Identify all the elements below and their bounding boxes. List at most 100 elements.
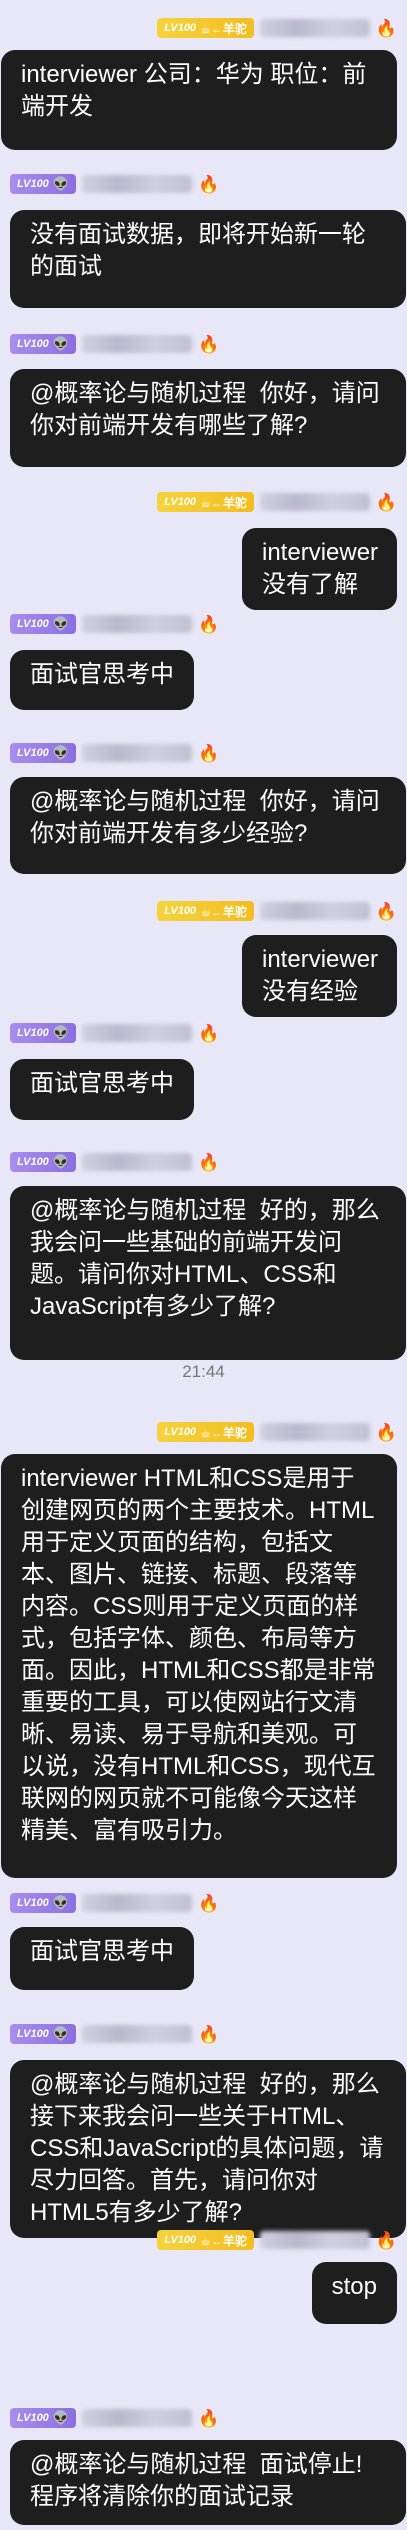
message-header: LV100 ☕←羊驼 🔥 [157, 2228, 397, 2252]
sender-name[interactable] [259, 493, 370, 511]
message-bubble[interactable]: 没有面试数据，即将开始新一轮的面试 [10, 210, 406, 308]
sender-name[interactable] [82, 335, 192, 353]
title-tag: ☕←羊驼 [200, 21, 247, 36]
level-badge: LV100 ☕←羊驼 [157, 2230, 254, 2250]
level-badge: LV100 ☕←羊驼 [157, 492, 254, 512]
sender-name[interactable] [82, 744, 192, 762]
message-bubble[interactable]: @概率论与随机过程 好的，那么接下来我会问一些关于HTML、CSS和JavaSc… [10, 2060, 406, 2238]
sender-name[interactable] [259, 902, 370, 920]
level-badge: LV100 ☕←羊驼 [157, 18, 254, 38]
sender-name[interactable] [82, 2025, 192, 2043]
level-badge: LV100 👽 [10, 174, 76, 194]
message-header: LV100 👽 🔥 [10, 1891, 219, 1915]
level-badge: LV100 👽 [10, 1152, 76, 1172]
level-badge: LV100 👽 [10, 2408, 76, 2428]
level-label: LV100 [17, 2412, 49, 2424]
level-badge: LV100 👽 [10, 1023, 76, 1043]
level-badge: LV100 ☕←羊驼 [157, 1422, 254, 1442]
fire-icon: 🔥 [198, 614, 220, 634]
message-header: LV100 ☕←羊驼 🔥 [157, 16, 397, 40]
level-label: LV100 [164, 905, 197, 917]
alien-icon: 👽 [52, 1025, 69, 1040]
level-label: LV100 [164, 2234, 197, 2246]
alien-icon: 👽 [52, 176, 69, 191]
message-bubble[interactable]: interviewer 公司：华为 职位：前端开发 [1, 50, 397, 150]
message-bubble[interactable]: interviewer 没有经验 [242, 935, 397, 1017]
level-label: LV100 [164, 1426, 197, 1438]
message-bubble[interactable]: 面试官思考中 [10, 650, 194, 710]
message-bubble[interactable]: @概率论与随机过程 你好，请问你对前端开发有多少经验? [10, 777, 406, 874]
message-header: LV100 👽 🔥 [10, 741, 219, 765]
level-badge: LV100 👽 [10, 334, 76, 354]
level-label: LV100 [17, 618, 49, 630]
sender-name[interactable] [82, 1024, 192, 1042]
fire-icon: 🔥 [198, 1152, 220, 1172]
fire-icon: 🔥 [375, 901, 397, 921]
level-badge: LV100 ☕←羊驼 [157, 901, 254, 921]
level-label: LV100 [17, 1027, 49, 1039]
level-label: LV100 [17, 2028, 49, 2040]
message-bubble[interactable]: 面试官思考中 [10, 1927, 194, 1990]
title-tag: ☕←羊驼 [200, 495, 247, 510]
sender-name[interactable] [82, 2409, 192, 2427]
message-bubble[interactable]: @概率论与随机过程 好的，那么我会问一些基础的前端开发问题。请问你对HTML、C… [10, 1186, 406, 1360]
level-label: LV100 [17, 747, 49, 759]
level-badge: LV100 👽 [10, 614, 76, 634]
message-header: LV100 👽 🔥 [10, 172, 219, 196]
alien-icon: 👽 [52, 2410, 69, 2425]
message-header: LV100 ☕←羊驼 🔥 [157, 490, 397, 514]
message-header: LV100 ☕←羊驼 🔥 [157, 1420, 397, 1444]
message-bubble[interactable]: interviewer HTML和CSS是用于创建网页的两个主要技术。HTML用… [1, 1454, 397, 1878]
alien-icon: 👽 [52, 1154, 69, 1169]
sender-name[interactable] [82, 1153, 192, 1171]
fire-icon: 🔥 [375, 1422, 397, 1442]
level-label: LV100 [17, 338, 49, 350]
message-header: LV100 👽 🔥 [10, 2406, 219, 2430]
title-tag: ☕←羊驼 [200, 904, 247, 919]
fire-icon: 🔥 [198, 174, 220, 194]
level-badge: LV100 👽 [10, 2024, 76, 2044]
level-label: LV100 [17, 178, 49, 190]
title-tag: ☕←羊驼 [200, 1425, 247, 1440]
fire-icon: 🔥 [375, 2230, 397, 2250]
sender-name[interactable] [82, 1894, 192, 1912]
message-bubble[interactable]: @概率论与随机过程 面试停止! 程序将清除你的面试记录 [10, 2440, 406, 2525]
fire-icon: 🔥 [198, 2024, 220, 2044]
message-bubble[interactable]: @概率论与随机过程 你好，请问你对前端开发有哪些了解? [10, 369, 406, 467]
message-header: LV100 ☕←羊驼 🔥 [157, 899, 397, 923]
level-badge: LV100 👽 [10, 743, 76, 763]
fire-icon: 🔥 [375, 18, 397, 38]
alien-icon: 👽 [52, 336, 69, 351]
level-badge: LV100 👽 [10, 1893, 76, 1913]
fire-icon: 🔥 [375, 492, 397, 512]
alien-icon: 👽 [52, 745, 69, 760]
alien-icon: 👽 [52, 1895, 69, 1910]
message-header: LV100 👽 🔥 [10, 612, 219, 636]
title-tag: ☕←羊驼 [200, 2233, 247, 2248]
alien-icon: 👽 [52, 616, 69, 631]
sender-name[interactable] [259, 2231, 370, 2249]
message-header: LV100 👽 🔥 [10, 1021, 219, 1045]
level-label: LV100 [164, 496, 197, 508]
message-header: LV100 👽 🔥 [10, 2022, 219, 2046]
level-label: LV100 [164, 22, 197, 34]
sender-name[interactable] [259, 1423, 370, 1441]
message-bubble[interactable]: stop [311, 2262, 397, 2324]
fire-icon: 🔥 [198, 1893, 220, 1913]
fire-icon: 🔥 [198, 1023, 220, 1043]
level-label: LV100 [17, 1897, 49, 1909]
sender-name[interactable] [82, 175, 192, 193]
fire-icon: 🔥 [198, 743, 220, 763]
message-bubble[interactable]: 面试官思考中 [10, 1059, 194, 1120]
chat-window: 21:44 LV100 ☕←羊驼 🔥 interviewer 公司：华为 职位：前端开… [0, 0, 407, 2530]
message-header: LV100 👽 🔥 [10, 332, 219, 356]
timestamp: 21:44 [182, 1362, 225, 1381]
fire-icon: 🔥 [198, 2408, 220, 2428]
sender-name[interactable] [259, 19, 370, 37]
sender-name[interactable] [82, 615, 192, 633]
level-label: LV100 [17, 1156, 49, 1168]
message-header: LV100 👽 🔥 [10, 1150, 219, 1174]
fire-icon: 🔥 [198, 334, 220, 354]
message-bubble[interactable]: interviewer 没有了解 [242, 528, 397, 610]
alien-icon: 👽 [52, 2026, 69, 2041]
